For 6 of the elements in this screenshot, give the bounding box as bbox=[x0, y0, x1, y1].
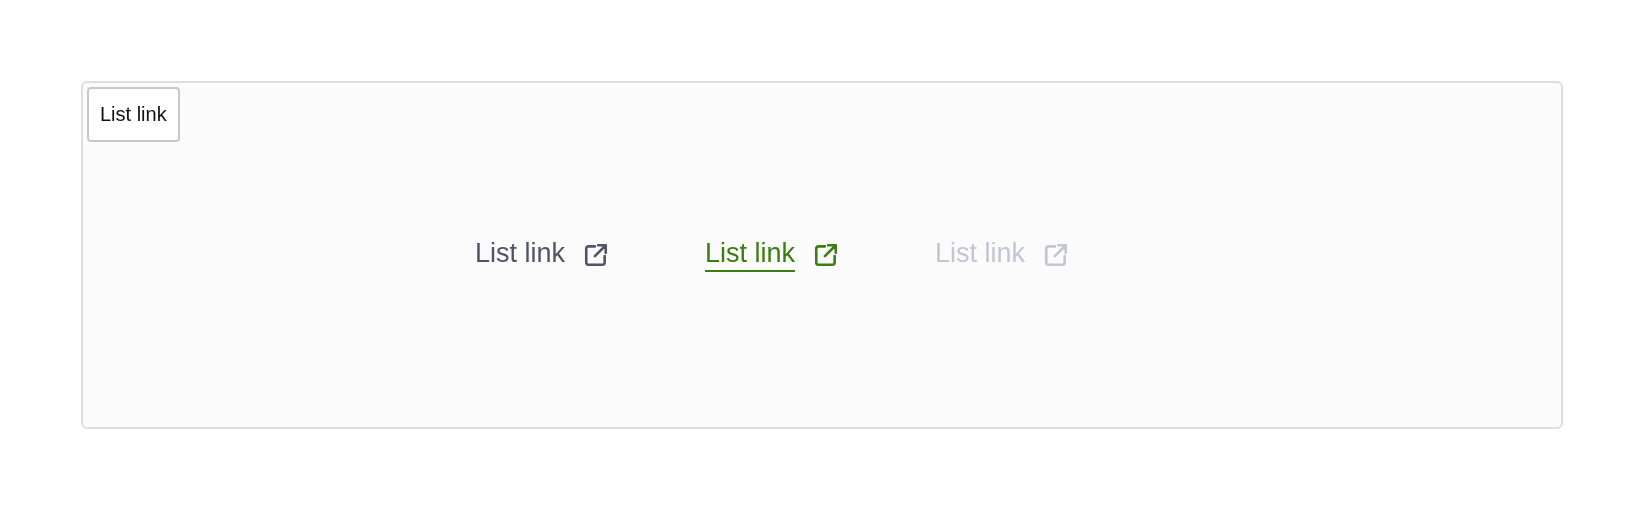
example-label: List link bbox=[87, 87, 180, 142]
list-link[interactable]: List link bbox=[705, 238, 839, 272]
external-link-icon bbox=[813, 242, 839, 268]
external-link-icon bbox=[1043, 242, 1070, 268]
list-link[interactable]: List link bbox=[474, 238, 609, 272]
external-link-icon bbox=[583, 242, 609, 268]
